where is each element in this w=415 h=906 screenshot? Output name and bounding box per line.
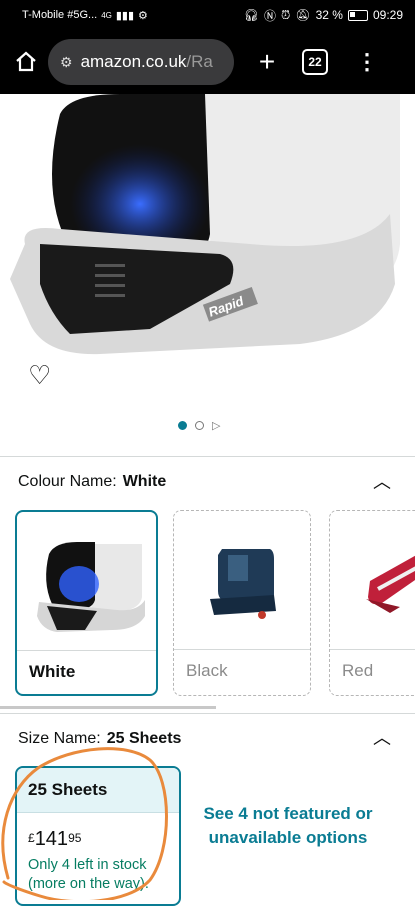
chevron-up-icon[interactable]: ︿	[373, 724, 391, 750]
size-option-25-sheets[interactable]: 25 Sheets £14195 Only 4 left in stock (m…	[15, 766, 181, 906]
size-option-title: 25 Sheets	[17, 768, 179, 813]
wishlist-heart-icon[interactable]: ♡	[28, 360, 51, 391]
more-menu-icon[interactable]: ⋮	[356, 51, 378, 73]
white-stapler-thumbnail	[17, 512, 156, 650]
price-currency: £	[28, 831, 35, 845]
carousel-dot-active[interactable]	[178, 421, 187, 430]
colour-option-black[interactable]: Black	[173, 510, 311, 696]
address-bar[interactable]: ⚙ amazon.co.uk/Ra	[48, 39, 234, 85]
home-icon[interactable]	[10, 46, 42, 78]
price-fraction: 95	[68, 831, 82, 845]
swatch-label-red: Red	[342, 661, 374, 680]
stapler-illustration: Rapid	[10, 94, 400, 355]
section-divider	[0, 456, 415, 457]
size-name-label: Size Name: 25 Sheets	[18, 730, 181, 748]
product-image[interactable]: Rapid	[0, 94, 415, 454]
signal-icon: ▮▮▮	[115, 9, 135, 22]
stock-status: Only 4 left in stock (more on the way).	[28, 857, 149, 892]
url-domain: amazon.co.uk	[80, 52, 187, 71]
mute-icon: 🔕︎	[295, 8, 311, 22]
chevron-up-icon[interactable]: ︿	[373, 468, 391, 494]
headphones-icon: 🎧︎	[243, 8, 259, 22]
nfc-icon: Ⓝ	[263, 8, 276, 23]
black-stapler-thumbnail	[174, 511, 310, 649]
swatch-label-black: Black	[186, 661, 228, 680]
new-tab-icon[interactable]: +	[252, 46, 282, 78]
colour-option-white[interactable]: White	[15, 510, 158, 696]
carousel-dot[interactable]	[195, 421, 204, 430]
see-not-featured-link[interactable]: See 4 not featured or unavailable option…	[196, 802, 380, 850]
site-settings-icon[interactable]: ⚙	[60, 54, 73, 71]
red-stapler-thumbnail	[330, 511, 415, 649]
size-label-text: Size Name:	[18, 730, 101, 747]
settings-icon: ⚙	[138, 9, 148, 22]
clock: 09:29	[372, 8, 403, 22]
section-divider	[0, 713, 415, 714]
video-play-icon[interactable]: ▷	[212, 419, 220, 432]
network-label: 4G	[101, 10, 112, 20]
alarm-icon: ⏰︎	[281, 7, 291, 22]
colour-name-label: Colour Name: White	[18, 473, 166, 491]
browser-toolbar: ⚙ amazon.co.uk/Ra + 22 ⋮	[0, 30, 415, 94]
battery-icon	[347, 9, 368, 21]
colour-option-red[interactable]: Red	[329, 510, 415, 696]
colour-value: White	[122, 473, 167, 490]
status-bar: T-Mobile #5G... 4G ▮▮▮ ⚙ 🎧︎ Ⓝ ⏰︎ 🔕︎ 32 %…	[0, 0, 415, 30]
battery-percent: 32 %	[315, 8, 343, 22]
tab-switcher-button[interactable]: 22	[302, 49, 328, 75]
price-whole: 141	[34, 828, 69, 850]
horizontal-scrollbar[interactable]	[0, 706, 216, 709]
size-value: 25 Sheets	[106, 730, 182, 747]
image-carousel-indicator: ▷	[178, 419, 220, 432]
swatch-label-white: White	[29, 662, 76, 681]
colour-label-text: Colour Name:	[18, 473, 117, 490]
url-path: /Ra	[186, 52, 213, 71]
price: £14195	[28, 828, 81, 851]
carrier-label: T-Mobile #5G...	[22, 9, 98, 21]
